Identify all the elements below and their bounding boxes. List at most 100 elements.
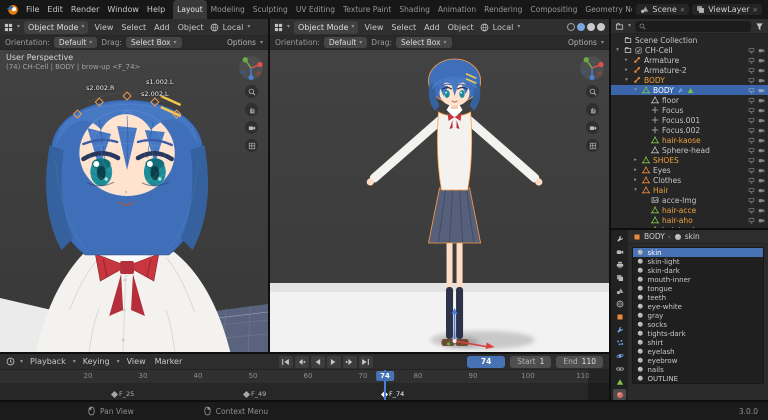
hide-viewport-icon[interactable] <box>748 127 755 134</box>
hide-viewport-icon[interactable] <box>748 97 755 104</box>
search-input[interactable] <box>649 22 747 31</box>
hide-render-icon[interactable] <box>758 217 765 224</box>
orientation-value[interactable]: Local <box>223 23 244 32</box>
tab-tool[interactable] <box>613 234 626 245</box>
tab-uv-editing[interactable]: UV Editing <box>292 0 339 19</box>
rendered-shading-icon[interactable] <box>597 23 605 31</box>
tab-object-data[interactable] <box>613 376 626 387</box>
tab-scene[interactable] <box>613 286 626 297</box>
options-button[interactable]: Options <box>568 38 597 47</box>
select-box-dropdown[interactable]: Select Box ▾ <box>396 37 451 48</box>
menu-view[interactable]: View <box>362 23 385 32</box>
hide-viewport-icon[interactable] <box>748 217 755 224</box>
tab-modifiers[interactable] <box>613 324 626 335</box>
frame-start-field[interactable]: Start 1 <box>510 356 551 368</box>
orientation-select[interactable]: Default ▾ <box>54 37 97 48</box>
outliner-editor-icon[interactable] <box>615 22 624 31</box>
material-slot[interactable]: OUTLINE <box>633 374 763 383</box>
ortho-toggle-icon[interactable] <box>586 139 599 152</box>
outliner-row[interactable]: ▾ BODY <box>611 75 768 85</box>
tab-particles[interactable] <box>613 337 626 348</box>
material-slot[interactable]: eyelash <box>633 347 763 356</box>
menu-window[interactable]: Window <box>103 0 143 19</box>
hide-viewport-icon[interactable] <box>748 57 755 64</box>
hide-render-icon[interactable] <box>758 177 765 184</box>
menu-view[interactable]: View <box>92 23 115 32</box>
hide-render-icon[interactable] <box>758 97 765 104</box>
tab-render[interactable] <box>613 247 626 258</box>
current-frame-field[interactable]: 74 <box>467 356 505 368</box>
material-slot[interactable]: eyebrow <box>633 356 763 365</box>
menu-marker[interactable]: Marker <box>153 357 185 366</box>
outliner-row[interactable]: ▸ Clothes <box>611 175 768 185</box>
breadcrumb-material[interactable]: skin <box>685 232 700 241</box>
viewlayer-remove-icon[interactable]: ✕ <box>753 6 758 14</box>
hide-render-icon[interactable] <box>758 167 765 174</box>
hide-viewport-icon[interactable] <box>748 147 755 154</box>
hide-viewport-icon[interactable] <box>748 137 755 144</box>
collection-checkbox-icon[interactable] <box>635 47 642 54</box>
menu-edit[interactable]: Edit <box>43 0 67 19</box>
zoom-icon[interactable] <box>586 85 599 98</box>
hide-render-icon[interactable] <box>758 227 765 229</box>
select-box-dropdown[interactable]: Select Box ▾ <box>126 37 181 48</box>
hide-viewport-icon[interactable] <box>748 87 755 94</box>
hide-render-icon[interactable] <box>758 107 765 114</box>
next-keyframe-button[interactable] <box>343 356 357 368</box>
outliner-row[interactable]: hair-aho <box>611 215 768 225</box>
menu-help[interactable]: Help <box>143 0 169 19</box>
hide-viewport-icon[interactable] <box>748 157 755 164</box>
outliner-row[interactable]: Sphere-head <box>611 145 768 155</box>
hide-viewport-icon[interactable] <box>748 107 755 114</box>
wireframe-shading-icon[interactable] <box>567 23 575 31</box>
material-slot[interactable]: nails <box>633 365 763 374</box>
orientation-value[interactable]: Local <box>493 23 514 32</box>
material-shading-icon[interactable] <box>587 23 595 31</box>
outliner-row[interactable]: hair-back <box>611 225 768 228</box>
zoom-icon[interactable] <box>245 85 258 98</box>
tab-animation[interactable]: Animation <box>434 0 480 19</box>
material-slot[interactable]: tongue <box>633 284 763 293</box>
hide-viewport-icon[interactable] <box>748 177 755 184</box>
tab-rendering[interactable]: Rendering <box>480 0 526 19</box>
hide-viewport-icon[interactable] <box>748 117 755 124</box>
outliner-row[interactable]: acce-Img <box>611 195 768 205</box>
tab-physics[interactable] <box>613 350 626 361</box>
outliner-row[interactable]: ▸ Armature-2 <box>611 65 768 75</box>
outliner-row[interactable]: ▸ Armature <box>611 55 768 65</box>
tab-texture-paint[interactable]: Texture Paint <box>339 0 395 19</box>
menu-keying[interactable]: Keying <box>81 357 112 366</box>
ortho-toggle-icon[interactable] <box>245 139 258 152</box>
hide-viewport-icon[interactable] <box>748 207 755 214</box>
hide-viewport-icon[interactable] <box>748 47 755 54</box>
breadcrumb-object[interactable]: BODY <box>644 232 665 241</box>
outliner-row[interactable]: ▸ SHOES <box>611 155 768 165</box>
orientation-select[interactable]: Default ▾ <box>324 37 367 48</box>
play-button[interactable] <box>327 356 341 368</box>
tab-output[interactable] <box>613 260 626 271</box>
material-slot[interactable]: skin-light <box>633 257 763 266</box>
material-slot[interactable]: skin-dark <box>633 266 763 275</box>
hide-render-icon[interactable] <box>758 137 765 144</box>
menu-object[interactable]: Object <box>446 23 476 32</box>
scene-unlink-icon[interactable]: ✕ <box>680 6 685 14</box>
camera-view-icon[interactable] <box>245 121 258 134</box>
hide-viewport-icon[interactable] <box>748 187 755 194</box>
timeline-editor-icon[interactable] <box>6 357 15 366</box>
outliner-row[interactable]: ▸ Eyes <box>611 165 768 175</box>
pan-hand-icon[interactable] <box>245 103 258 116</box>
tab-sculpting[interactable]: Sculpting <box>249 0 292 19</box>
options-button[interactable]: Options <box>227 38 256 47</box>
navigation-gizmo[interactable] <box>238 55 264 81</box>
viewport-right-canvas[interactable] <box>270 50 609 352</box>
hide-render-icon[interactable] <box>758 87 765 94</box>
frame-end-field[interactable]: End 110 <box>556 356 603 368</box>
viewport-right[interactable]: ▾ Object Mode ▾ View Select Add Object L… <box>270 19 609 352</box>
hide-render-icon[interactable] <box>758 117 765 124</box>
mode-dropdown[interactable]: Object Mode ▾ <box>24 21 88 34</box>
material-slot[interactable]: skin <box>633 248 763 257</box>
jump-to-end-button[interactable] <box>359 356 373 368</box>
hide-render-icon[interactable] <box>758 197 765 204</box>
hide-viewport-icon[interactable] <box>748 77 755 84</box>
viewlayer-selector[interactable]: ViewLayer ✕ <box>692 4 762 15</box>
